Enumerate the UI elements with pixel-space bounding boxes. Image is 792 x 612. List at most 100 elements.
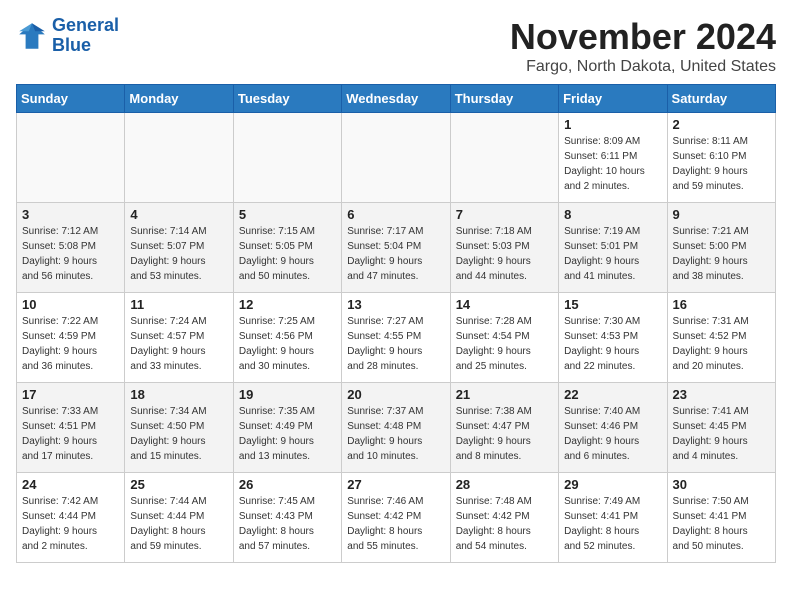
calendar-day-cell: 26Sunrise: 7:45 AM Sunset: 4:43 PM Dayli…	[233, 473, 341, 563]
calendar-week-row: 1 Sunrise: 8:09 AM Sunset: 6:11 PM Daylig…	[17, 113, 776, 203]
weekday-header-cell: Saturday	[667, 85, 775, 113]
calendar-day-cell: 8 Sunrise: 7:19 AM Sunset: 5:01 PM Daylig…	[559, 203, 667, 293]
calendar-week-row: 3 Sunrise: 7:12 AM Sunset: 5:08 PM Daylig…	[17, 203, 776, 293]
calendar-day-cell: 27Sunrise: 7:46 AM Sunset: 4:42 PM Dayli…	[342, 473, 450, 563]
day-info: Sunrise: 7:22 AM Sunset: 4:59 PM Dayligh…	[22, 314, 119, 374]
calendar-day-cell: 6 Sunrise: 7:17 AM Sunset: 5:04 PM Daylig…	[342, 203, 450, 293]
month-title: November 2024	[510, 16, 776, 58]
day-number: 15	[564, 297, 661, 312]
day-number: 27	[347, 477, 444, 492]
day-number: 14	[456, 297, 553, 312]
day-number: 25	[130, 477, 227, 492]
logo-text: General Blue	[52, 16, 119, 56]
day-number: 29	[564, 477, 661, 492]
weekday-header-cell: Thursday	[450, 85, 558, 113]
day-number: 6	[347, 207, 444, 222]
calendar-body: 1 Sunrise: 8:09 AM Sunset: 6:11 PM Daylig…	[17, 113, 776, 563]
day-number: 3	[22, 207, 119, 222]
calendar-day-cell: 30 Sunrise: 7:50 AM Sunset: 4:41 PM Dayli…	[667, 473, 775, 563]
calendar-day-cell: 16 Sunrise: 7:31 AM Sunset: 4:52 PM Dayli…	[667, 293, 775, 383]
location: Fargo, North Dakota, United States	[510, 58, 776, 76]
calendar-day-cell: 9 Sunrise: 7:21 AM Sunset: 5:00 PM Daylig…	[667, 203, 775, 293]
weekday-header-cell: Friday	[559, 85, 667, 113]
day-info: Sunrise: 7:27 AM Sunset: 4:55 PM Dayligh…	[347, 314, 444, 374]
calendar-day-cell	[125, 113, 233, 203]
calendar-day-cell: 5 Sunrise: 7:15 AM Sunset: 5:05 PM Daylig…	[233, 203, 341, 293]
day-info: Sunrise: 7:38 AM Sunset: 4:47 PM Dayligh…	[456, 404, 553, 464]
day-info: Sunrise: 7:45 AM Sunset: 4:43 PM Dayligh…	[239, 494, 336, 554]
calendar-day-cell: 1 Sunrise: 8:09 AM Sunset: 6:11 PM Daylig…	[559, 113, 667, 203]
day-info: Sunrise: 7:33 AM Sunset: 4:51 PM Dayligh…	[22, 404, 119, 464]
day-number: 11	[130, 297, 227, 312]
weekday-header-cell: Sunday	[17, 85, 125, 113]
day-info: Sunrise: 7:31 AM Sunset: 4:52 PM Dayligh…	[673, 314, 770, 374]
day-info: Sunrise: 7:35 AM Sunset: 4:49 PM Dayligh…	[239, 404, 336, 464]
calendar-day-cell: 25Sunrise: 7:44 AM Sunset: 4:44 PM Dayli…	[125, 473, 233, 563]
weekday-header-cell: Tuesday	[233, 85, 341, 113]
day-number: 4	[130, 207, 227, 222]
calendar-day-cell: 20 Sunrise: 7:37 AM Sunset: 4:48 PM Dayli…	[342, 383, 450, 473]
calendar-day-cell: 19Sunrise: 7:35 AM Sunset: 4:49 PM Dayli…	[233, 383, 341, 473]
day-number: 30	[673, 477, 770, 492]
day-info: Sunrise: 7:37 AM Sunset: 4:48 PM Dayligh…	[347, 404, 444, 464]
calendar-day-cell	[17, 113, 125, 203]
day-number: 24	[22, 477, 119, 492]
day-info: Sunrise: 7:25 AM Sunset: 4:56 PM Dayligh…	[239, 314, 336, 374]
calendar-day-cell: 18 Sunrise: 7:34 AM Sunset: 4:50 PM Dayli…	[125, 383, 233, 473]
day-number: 1	[564, 117, 661, 132]
day-number: 28	[456, 477, 553, 492]
calendar-table: SundayMondayTuesdayWednesdayThursdayFrid…	[16, 84, 776, 563]
calendar-day-cell: 10Sunrise: 7:22 AM Sunset: 4:59 PM Dayli…	[17, 293, 125, 383]
day-info: Sunrise: 7:17 AM Sunset: 5:04 PM Dayligh…	[347, 224, 444, 284]
calendar-week-row: 10Sunrise: 7:22 AM Sunset: 4:59 PM Dayli…	[17, 293, 776, 383]
day-number: 23	[673, 387, 770, 402]
day-number: 7	[456, 207, 553, 222]
calendar-day-cell: 7 Sunrise: 7:18 AM Sunset: 5:03 PM Daylig…	[450, 203, 558, 293]
day-info: Sunrise: 7:34 AM Sunset: 4:50 PM Dayligh…	[130, 404, 227, 464]
day-info: Sunrise: 7:42 AM Sunset: 4:44 PM Dayligh…	[22, 494, 119, 554]
calendar-day-cell	[450, 113, 558, 203]
weekday-header-cell: Monday	[125, 85, 233, 113]
day-info: Sunrise: 7:24 AM Sunset: 4:57 PM Dayligh…	[130, 314, 227, 374]
day-info: Sunrise: 7:49 AM Sunset: 4:41 PM Dayligh…	[564, 494, 661, 554]
day-info: Sunrise: 8:11 AM Sunset: 6:10 PM Dayligh…	[673, 134, 770, 194]
day-number: 17	[22, 387, 119, 402]
day-info: Sunrise: 8:09 AM Sunset: 6:11 PM Dayligh…	[564, 134, 661, 194]
weekday-header-cell: Wednesday	[342, 85, 450, 113]
day-info: Sunrise: 7:18 AM Sunset: 5:03 PM Dayligh…	[456, 224, 553, 284]
day-info: Sunrise: 7:14 AM Sunset: 5:07 PM Dayligh…	[130, 224, 227, 284]
calendar-day-cell: 2 Sunrise: 8:11 AM Sunset: 6:10 PM Daylig…	[667, 113, 775, 203]
day-info: Sunrise: 7:50 AM Sunset: 4:41 PM Dayligh…	[673, 494, 770, 554]
day-number: 12	[239, 297, 336, 312]
calendar-day-cell: 12 Sunrise: 7:25 AM Sunset: 4:56 PM Dayli…	[233, 293, 341, 383]
calendar-day-cell	[342, 113, 450, 203]
calendar-day-cell: 28 Sunrise: 7:48 AM Sunset: 4:42 PM Dayli…	[450, 473, 558, 563]
day-number: 18	[130, 387, 227, 402]
day-number: 16	[673, 297, 770, 312]
calendar-day-cell: 15Sunrise: 7:30 AM Sunset: 4:53 PM Dayli…	[559, 293, 667, 383]
day-number: 8	[564, 207, 661, 222]
calendar-day-cell: 29 Sunrise: 7:49 AM Sunset: 4:41 PM Dayli…	[559, 473, 667, 563]
calendar-day-cell: 21Sunrise: 7:38 AM Sunset: 4:47 PM Dayli…	[450, 383, 558, 473]
calendar-day-cell: 4 Sunrise: 7:14 AM Sunset: 5:07 PM Daylig…	[125, 203, 233, 293]
calendar-day-cell: 24 Sunrise: 7:42 AM Sunset: 4:44 PM Dayli…	[17, 473, 125, 563]
day-info: Sunrise: 7:48 AM Sunset: 4:42 PM Dayligh…	[456, 494, 553, 554]
day-number: 5	[239, 207, 336, 222]
day-info: Sunrise: 7:41 AM Sunset: 4:45 PM Dayligh…	[673, 404, 770, 464]
day-info: Sunrise: 7:15 AM Sunset: 5:05 PM Dayligh…	[239, 224, 336, 284]
day-number: 20	[347, 387, 444, 402]
calendar-day-cell: 3 Sunrise: 7:12 AM Sunset: 5:08 PM Daylig…	[17, 203, 125, 293]
weekday-header-row: SundayMondayTuesdayWednesdayThursdayFrid…	[17, 85, 776, 113]
day-info: Sunrise: 7:28 AM Sunset: 4:54 PM Dayligh…	[456, 314, 553, 374]
title-area: November 2024 Fargo, North Dakota, Unite…	[510, 16, 776, 76]
day-info: Sunrise: 7:21 AM Sunset: 5:00 PM Dayligh…	[673, 224, 770, 284]
day-info: Sunrise: 7:19 AM Sunset: 5:01 PM Dayligh…	[564, 224, 661, 284]
day-number: 2	[673, 117, 770, 132]
calendar-day-cell: 14 Sunrise: 7:28 AM Sunset: 4:54 PM Dayli…	[450, 293, 558, 383]
header: General Blue November 2024 Fargo, North …	[16, 16, 776, 76]
calendar-day-cell: 17 Sunrise: 7:33 AM Sunset: 4:51 PM Dayli…	[17, 383, 125, 473]
day-number: 22	[564, 387, 661, 402]
day-number: 13	[347, 297, 444, 312]
day-number: 9	[673, 207, 770, 222]
day-info: Sunrise: 7:12 AM Sunset: 5:08 PM Dayligh…	[22, 224, 119, 284]
